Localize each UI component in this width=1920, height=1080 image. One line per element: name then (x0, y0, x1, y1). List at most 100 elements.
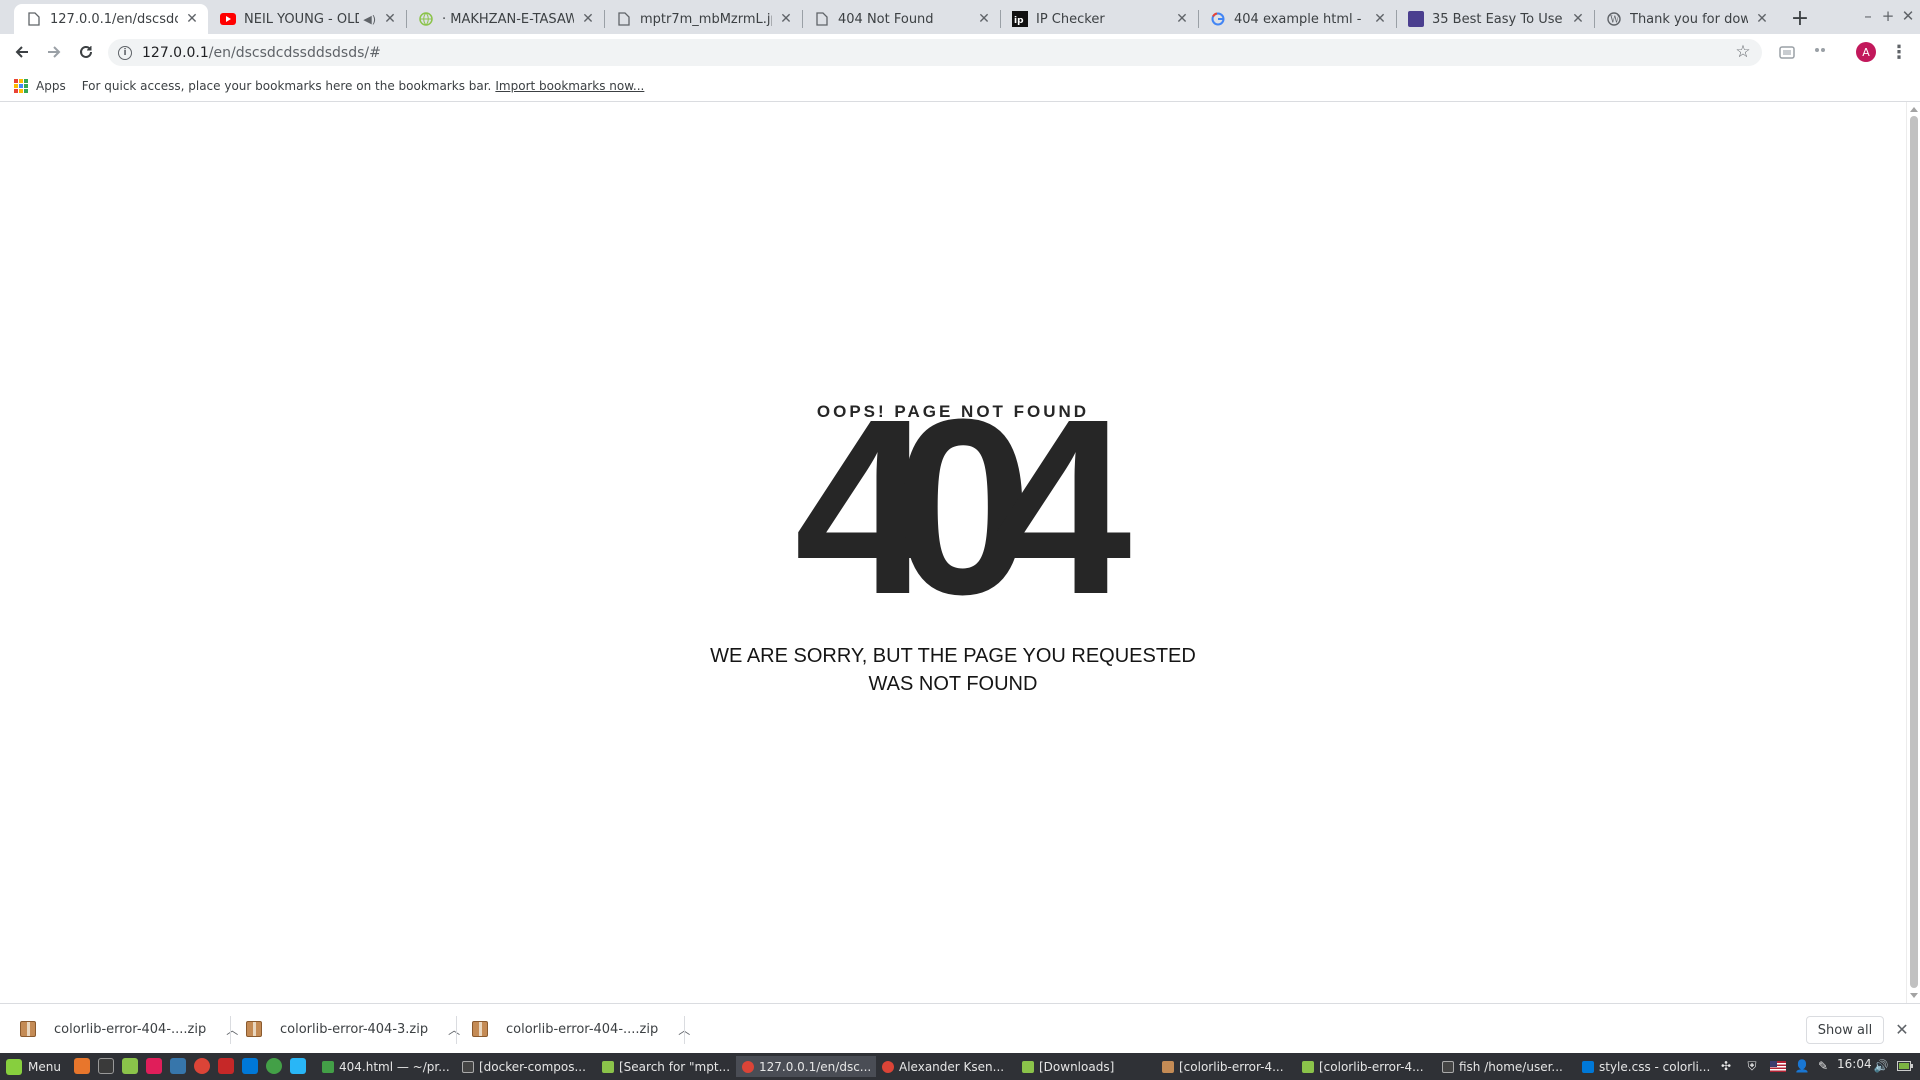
download-divider (230, 1016, 231, 1044)
apps-shortcut[interactable]: Apps (36, 79, 66, 93)
extension-icon[interactable] (1810, 42, 1830, 62)
terminal-icon (462, 1060, 474, 1073)
close-icon[interactable]: ✕ (1372, 11, 1388, 27)
slack-icon[interactable] (146, 1058, 162, 1074)
terminal-icon[interactable] (98, 1058, 114, 1074)
chevron-up-icon[interactable]: ︿ (448, 1021, 460, 1038)
tab-ip-checker[interactable]: ip IP Checker ✕ (1000, 4, 1198, 34)
download-item[interactable]: colorlib-error-404-....zip ︿ (472, 1012, 690, 1046)
import-bookmarks-link[interactable]: Import bookmarks now... (495, 79, 644, 93)
tab-label: 35 Best Easy To Use Free 404 Page (1432, 11, 1564, 27)
vscode-icon[interactable] (242, 1058, 258, 1074)
close-icon[interactable]: ✕ (1754, 11, 1770, 27)
taskbar-window-label: 127.0.0.1/en/dsc... (759, 1059, 872, 1074)
extension-icon[interactable] (1777, 42, 1797, 62)
app-icon[interactable] (290, 1058, 306, 1074)
scrollbar-thumb[interactable] (1910, 116, 1918, 988)
us-flag-icon[interactable] (1770, 1058, 1786, 1074)
taskbar-window[interactable]: [colorlib-error-4... (1296, 1056, 1436, 1077)
tab-current[interactable]: 127.0.0.1/en/dscsdcdsddsdsds/# ✕ (14, 4, 208, 34)
show-all-button[interactable]: Show all (1806, 1016, 1884, 1044)
chevron-up-icon[interactable]: ︿ (226, 1021, 238, 1038)
reload-button[interactable] (74, 40, 98, 64)
maximize-icon[interactable]: + (1878, 6, 1898, 26)
wordpress-icon: W (1606, 11, 1622, 27)
close-icon[interactable]: ✕ (382, 11, 398, 27)
slack-tray-icon[interactable]: ✣ (1718, 1058, 1734, 1074)
back-arrow-icon (15, 46, 28, 58)
url-path: /en/dscsdcdssddsdsds/# (208, 44, 381, 61)
start-menu-button[interactable]: Menu (2, 1056, 65, 1077)
taskbar-window[interactable]: [Downloads] (1016, 1056, 1156, 1077)
start-menu-label: Menu (28, 1059, 61, 1074)
vertical-scrollbar[interactable] (1906, 102, 1920, 1003)
app-icon[interactable] (218, 1058, 234, 1074)
scroll-up-icon[interactable] (1910, 107, 1918, 112)
battery-icon[interactable] (1897, 1058, 1913, 1074)
mute-icon[interactable]: ◀) (363, 13, 376, 26)
bookmarks-hint: For quick access, place your bookmarks h… (81, 78, 492, 93)
volume-icon[interactable]: 🔊 (1873, 1058, 1889, 1074)
tab-label: IP Checker (1036, 11, 1105, 27)
tab-google-search[interactable]: 404 example html - Поиск в Google ✕ (1198, 4, 1396, 34)
tab-youtube[interactable]: NEIL YOUNG - OLD MAN ◀) ✕ (208, 4, 406, 34)
close-icon[interactable]: ✕ (1174, 11, 1190, 27)
minimize-icon[interactable]: – (1858, 6, 1878, 26)
terminal-icon (1442, 1060, 1454, 1073)
forward-button[interactable] (42, 40, 66, 64)
taskbar-window-label: fish /home/user... (1459, 1059, 1563, 1074)
tab-makhzan[interactable]: · MAKHZAN-E-TASAWEER ✕ (406, 4, 604, 34)
scroll-down-icon[interactable] (1910, 993, 1918, 998)
close-icon[interactable]: ✕ (1893, 1020, 1911, 1039)
profile-avatar[interactable]: A (1856, 42, 1876, 62)
close-icon[interactable]: ✕ (184, 11, 200, 27)
window-close-icon[interactable]: ✕ (1898, 6, 1918, 26)
address-bar[interactable]: i 127.0.0.1/en/dscsdcdssddsdsds/# ☆ (108, 39, 1762, 66)
new-tab-button[interactable]: + (1788, 6, 1812, 31)
tab-label: NEIL YOUNG - OLD MAN (244, 11, 359, 27)
taskbar-window[interactable]: style.css - colorli... (1576, 1056, 1716, 1077)
taskbar-window[interactable]: 404.html — ~/pr... (316, 1056, 456, 1077)
tab-thank-you[interactable]: W Thank you for downloading ✕ (1594, 4, 1778, 34)
browser-toolbar: i 127.0.0.1/en/dscsdcdssddsdsds/# ☆ (0, 34, 1920, 70)
tab-image[interactable]: mptr7m_mbMzrmL.jpg (1080×1080) ✕ (604, 4, 802, 34)
close-icon[interactable]: ✕ (1570, 11, 1586, 27)
chrome-icon[interactable] (194, 1058, 210, 1074)
taskbar-window-active[interactable]: 127.0.0.1/en/dsc... (736, 1056, 876, 1077)
menu-kebab-icon[interactable]: ⋮ (1889, 42, 1909, 63)
tab-404[interactable]: 404 Not Found ✕ (802, 4, 1000, 34)
colorlib-icon (1408, 11, 1424, 27)
tab-label: 127.0.0.1/en/dscsdcdsddsdsds/# (50, 11, 178, 27)
download-item[interactable]: colorlib-error-404-3.zip ︿ (246, 1012, 460, 1046)
pen-icon[interactable]: ✎ (1815, 1058, 1831, 1074)
download-shelf: colorlib-error-404-....zip ︿ colorlib-er… (0, 1003, 1920, 1053)
forward-arrow-icon (48, 46, 61, 58)
info-icon[interactable]: i (118, 45, 132, 60)
bookmark-star-icon[interactable]: ☆ (1734, 42, 1752, 62)
firefox-icon[interactable] (74, 1058, 90, 1074)
taskbar-window[interactable]: [Search for "mpt... (596, 1056, 736, 1077)
os-taskbar: Menu 404.html — ~/pr... [docker-compos..… (0, 1053, 1920, 1080)
zip-file-icon (20, 1021, 36, 1037)
taskbar-window[interactable]: Alexander Ksen... (876, 1056, 1016, 1077)
taskbar-window[interactable]: [colorlib-error-4... (1156, 1056, 1296, 1077)
close-icon[interactable]: ✕ (976, 11, 992, 27)
apps-grid-icon[interactable] (14, 78, 28, 93)
python-icon[interactable] (170, 1058, 186, 1074)
chrome-icon (742, 1060, 754, 1073)
close-icon[interactable]: ✕ (580, 11, 596, 27)
close-icon[interactable]: ✕ (778, 11, 794, 27)
notfound-message-line2: WAS NOT FOUND (868, 673, 1038, 695)
folder-icon[interactable] (122, 1058, 138, 1074)
taskbar-window[interactable]: [docker-compos... (456, 1056, 596, 1077)
back-button[interactable] (10, 40, 34, 64)
shield-icon[interactable]: ⛨ (1744, 1058, 1760, 1074)
taskbar-window-label: 404.html — ~/pr... (339, 1059, 450, 1074)
clock[interactable]: 16:04 (1837, 1057, 1872, 1071)
user-icon[interactable]: 👤 (1794, 1058, 1810, 1074)
download-item[interactable]: colorlib-error-404-....zip ︿ (20, 1012, 238, 1046)
app-icon[interactable] (266, 1058, 282, 1074)
download-divider (684, 1016, 685, 1044)
tab-colorlib[interactable]: 35 Best Easy To Use Free 404 Page ✕ (1396, 4, 1594, 34)
taskbar-window[interactable]: fish /home/user... (1436, 1056, 1576, 1077)
